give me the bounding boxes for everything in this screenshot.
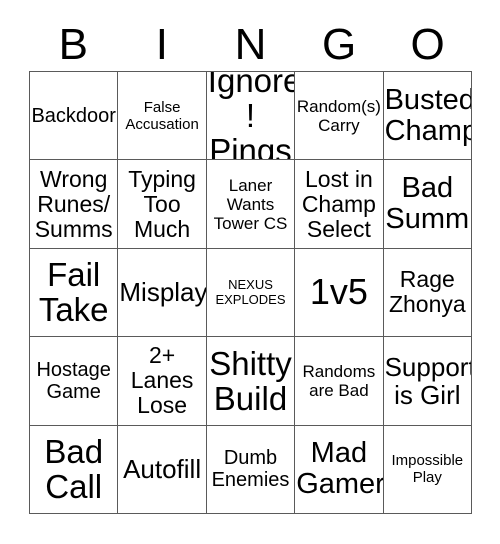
bingo-cell-r5c5[interactable]: Impossible Play xyxy=(383,425,472,514)
bingo-cell-r3c3[interactable]: NEXUS EXPLODES xyxy=(206,248,296,338)
bingo-cell-r2c4[interactable]: Lost in Champ Select xyxy=(295,160,384,249)
bingo-cell-label: Rage Zhonya xyxy=(388,266,466,318)
bingo-header-letter-i: I xyxy=(155,20,168,69)
bingo-cell-label: Ignore ! Pings xyxy=(207,72,296,161)
bingo-cell-r5c2[interactable]: Autofill xyxy=(118,425,207,514)
bingo-cell-label: Dumb Enemies xyxy=(211,447,290,492)
bingo-cell-r5c4[interactable]: Mad Gamer xyxy=(295,425,384,514)
bingo-cell-r4c5[interactable]: Support is Girl xyxy=(383,337,472,426)
bingo-cell-r1c3[interactable]: Ignore ! Pings xyxy=(206,72,296,161)
bingo-cell-label: Impossible Play xyxy=(391,452,464,487)
bingo-header-letter-g: G xyxy=(321,20,357,69)
bingo-cell-label: Wrong Runes/ Summs xyxy=(34,165,113,242)
bingo-cell-label: Random(s) Carry xyxy=(296,96,381,135)
bingo-cell-label: Typing Too Much xyxy=(128,165,196,242)
bingo-cell-r3c2[interactable]: Misplay xyxy=(118,248,207,338)
bingo-cell-r1c5[interactable]: Busted Champ xyxy=(383,72,472,161)
bingo-cell-label: NEXUS EXPLODES xyxy=(215,277,286,308)
bingo-card: B I N G O Backdoor False Accusation Ignore… xyxy=(0,0,500,544)
bingo-cell-r4c4[interactable]: Randoms are Bad xyxy=(295,337,384,426)
bingo-cell-label: Autofill xyxy=(123,454,202,485)
bingo-header-letter-o: O xyxy=(410,20,445,69)
bingo-cell-label: Support is Girl xyxy=(384,351,472,410)
bingo-cell-label: Misplay xyxy=(119,277,207,308)
bingo-cell-label: Backdoor xyxy=(31,104,116,127)
bingo-header-letter-n: N xyxy=(234,20,267,69)
bingo-cell-label: Bad Call xyxy=(44,433,104,506)
bingo-cell-r2c2[interactable]: Typing Too Much xyxy=(118,160,207,249)
bingo-header-row: B I N G O xyxy=(29,16,472,68)
bingo-cell-label: Fail Take xyxy=(38,256,109,329)
bingo-cell-r4c2[interactable]: 2+ Lanes Lose xyxy=(118,337,207,426)
bingo-cell-label: Busted Champ xyxy=(384,83,472,147)
bingo-cell-r3c4[interactable]: 1v5 xyxy=(295,248,384,338)
bingo-cell-r2c5[interactable]: Bad Summ xyxy=(383,160,472,249)
bingo-cell-label: Randoms are Bad xyxy=(302,361,376,400)
bingo-cell-r1c1[interactable]: Backdoor xyxy=(30,72,119,161)
bingo-header-letter-b: B xyxy=(58,20,88,69)
bingo-cell-label: Mad Gamer xyxy=(296,437,384,501)
bingo-cell-label: Shitty Build xyxy=(209,344,292,417)
bingo-cell-label: Laner Wants Tower CS xyxy=(213,175,288,233)
bingo-cell-r4c3[interactable]: Shitty Build xyxy=(206,337,296,426)
bingo-cell-r5c1[interactable]: Bad Call xyxy=(30,425,119,514)
bingo-cell-label: 1v5 xyxy=(309,271,368,313)
bingo-cell-r2c1[interactable]: Wrong Runes/ Summs xyxy=(30,160,119,249)
bingo-cell-label: False Accusation xyxy=(125,98,199,133)
bingo-cell-r5c3[interactable]: Dumb Enemies xyxy=(206,425,296,514)
bingo-cell-label: 2+ Lanes Lose xyxy=(130,342,194,419)
bingo-cell-r1c4[interactable]: Random(s) Carry xyxy=(295,72,384,161)
bingo-cell-r4c1[interactable]: Hostage Game xyxy=(30,337,119,426)
bingo-cell-r3c1[interactable]: Fail Take xyxy=(30,248,119,338)
bingo-cell-r1c2[interactable]: False Accusation xyxy=(118,72,207,161)
bingo-cell-r2c3[interactable]: Laner Wants Tower CS xyxy=(206,160,296,249)
bingo-cell-r3c5[interactable]: Rage Zhonya xyxy=(383,248,472,338)
bingo-cell-label: Lost in Champ Select xyxy=(301,165,376,242)
bingo-cell-label: Hostage Game xyxy=(36,358,111,403)
bingo-cell-label: Bad Summ xyxy=(385,172,470,236)
bingo-grid: Backdoor False Accusation Ignore ! Pings Ra… xyxy=(29,71,472,514)
